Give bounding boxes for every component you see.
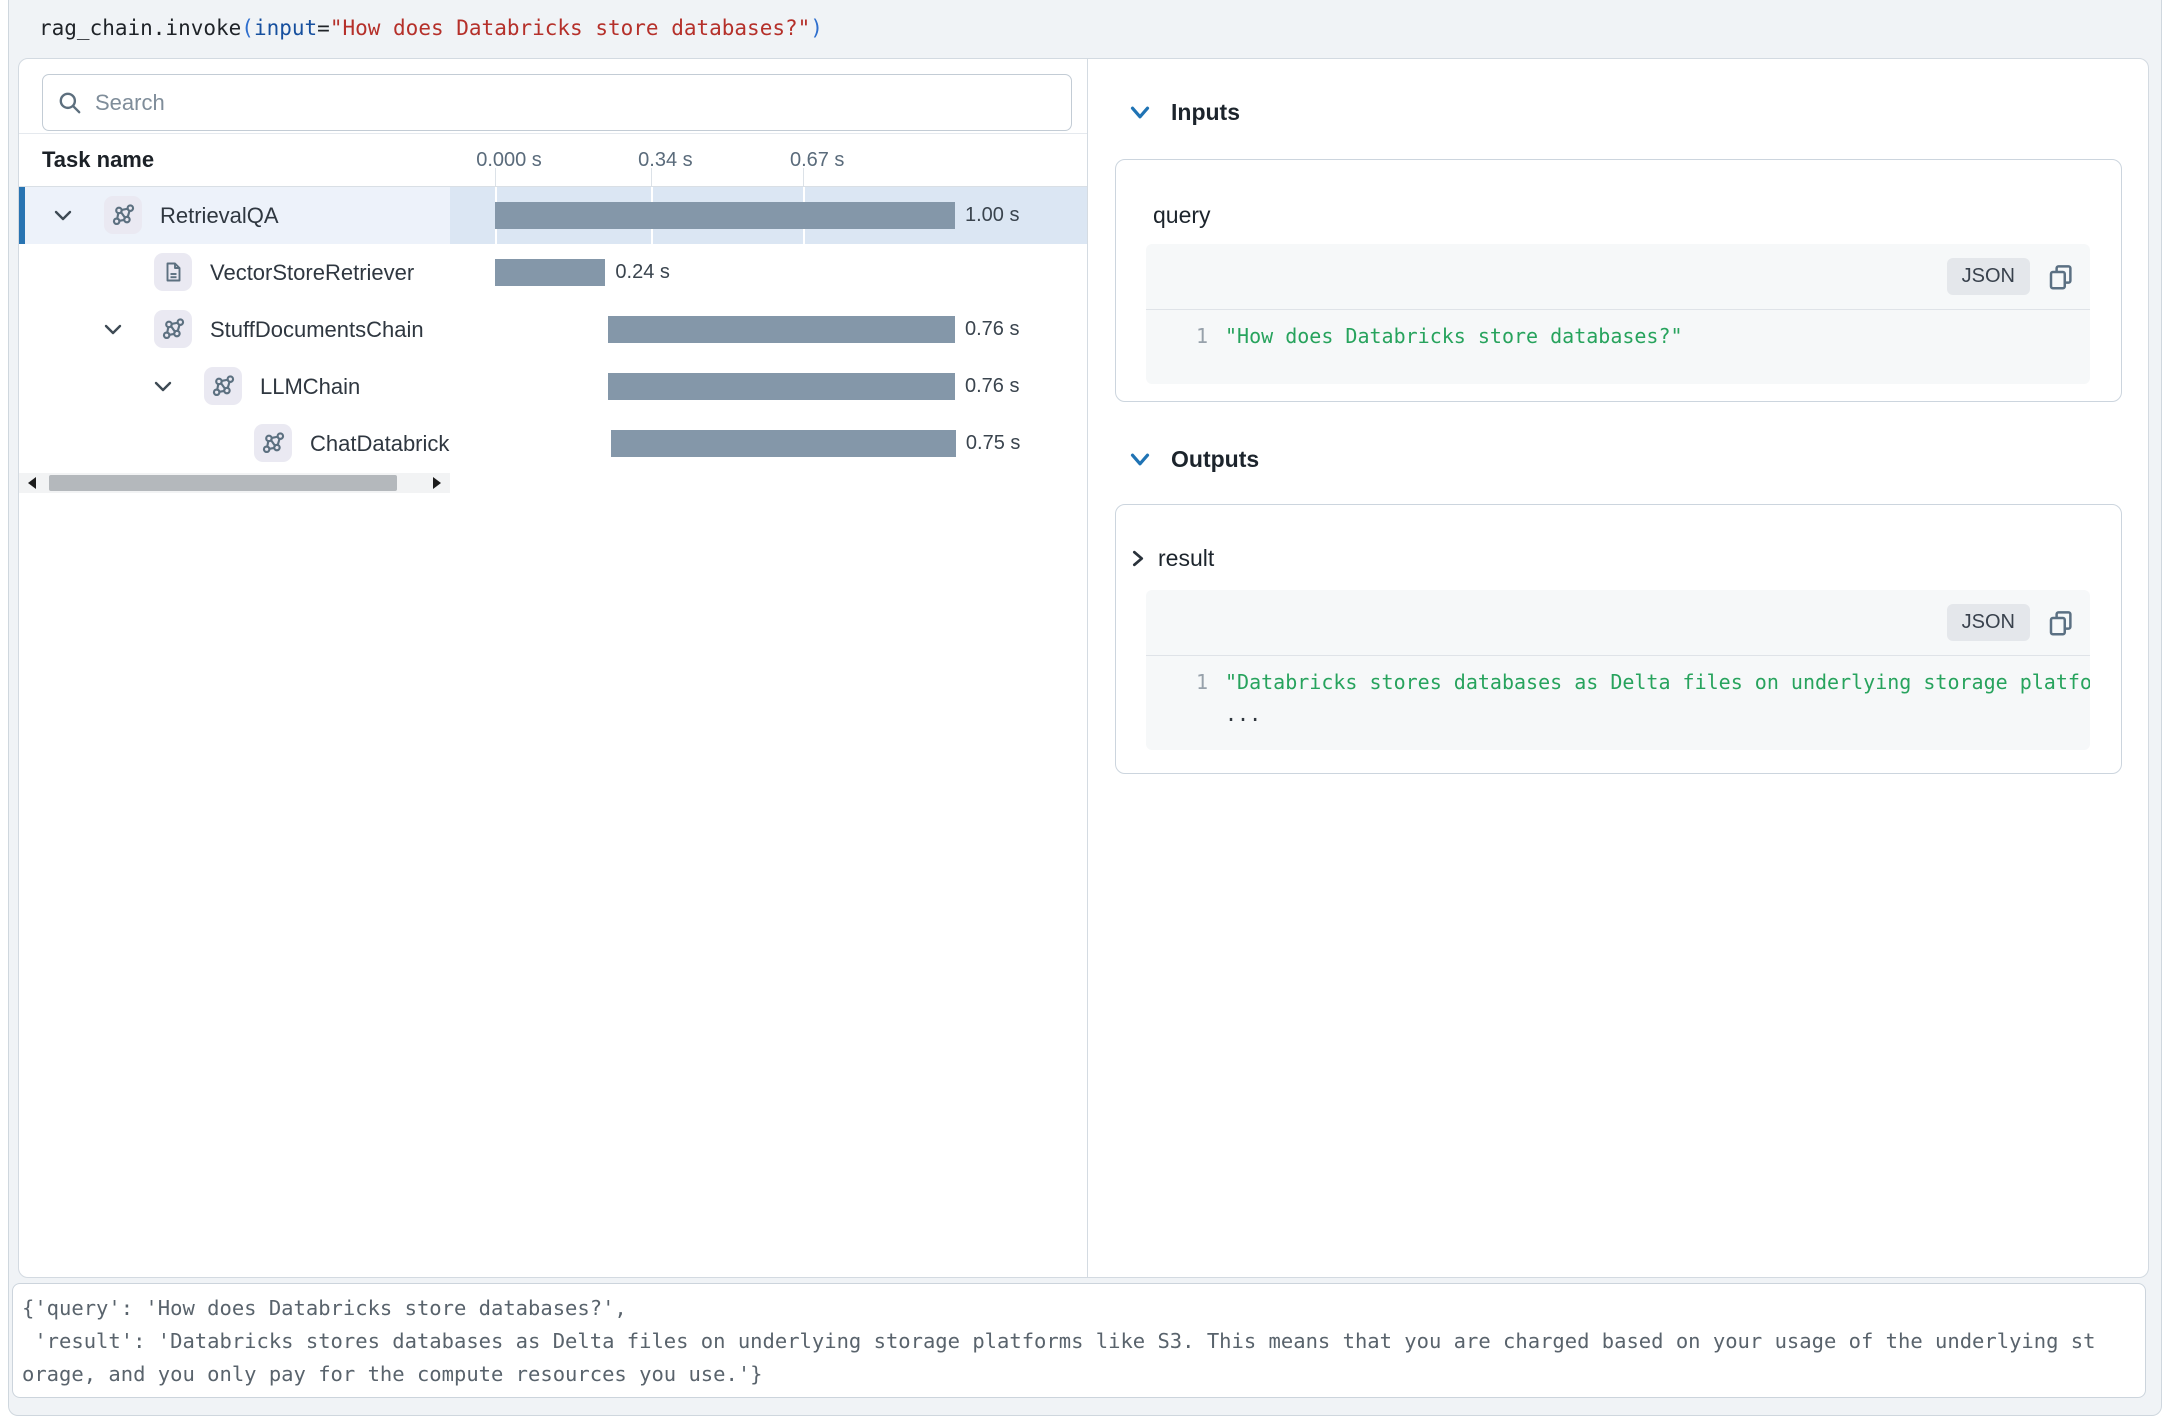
span-name: RetrievalQA — [160, 187, 279, 244]
duration-bar[interactable] — [608, 373, 955, 400]
code-token: "How does Databricks store databases?" — [330, 16, 810, 40]
duration-label: 1.00 s — [965, 187, 1019, 244]
result-ellipsis-line: ... — [1146, 698, 2090, 730]
query-value: "How does Databricks store databases?" — [1225, 324, 1683, 348]
chain-icon — [254, 424, 292, 462]
chevron-down-icon[interactable] — [54, 187, 72, 244]
query-field-label: query — [1153, 202, 1211, 229]
chevron-right-icon — [1131, 549, 1144, 568]
result-code-line: 1 "Databricks stores databases as Delta … — [1146, 666, 2090, 698]
duration-bar[interactable] — [608, 316, 955, 343]
copy-icon[interactable] — [2046, 262, 2076, 292]
search-input[interactable]: Search — [42, 74, 1072, 131]
line-number: 1 — [1182, 320, 1208, 352]
span-name: LLMChain — [260, 358, 360, 415]
axis-tick-label: 0.34 s — [638, 134, 692, 186]
cell-output-text: {'query': 'How does Databricks store dat… — [13, 1284, 2145, 1391]
chain-icon — [154, 310, 192, 348]
duration-bar[interactable] — [611, 430, 956, 457]
span-tree-pane: Search Task name 0.000 s 0.34 s 0.67 s Ret… — [19, 59, 1088, 1277]
span-rows: RetrievalQA 1.00 s VectorStoreRetriever 0.2… — [19, 187, 1088, 472]
axis-tick-mark — [803, 168, 804, 186]
timeline-header: Task name 0.000 s 0.34 s 0.67 s — [19, 133, 1088, 187]
chain-icon — [104, 196, 142, 234]
duration-label: 0.76 s — [965, 301, 1019, 358]
result-field-label: result — [1158, 545, 1214, 572]
span-details-pane: Inputs query JSON 1 "How does Databricks… — [1088, 59, 2150, 1277]
axis-tick-mark — [495, 168, 496, 186]
trace-widget: Search Task name 0.000 s 0.34 s 0.67 s Ret… — [18, 58, 2149, 1278]
duration-bar[interactable] — [495, 202, 955, 229]
task-name-column-header: Task name — [42, 134, 154, 186]
span-row-VectorStoreRetriever[interactable]: VectorStoreRetriever 0.24 s — [19, 244, 1088, 301]
span-row-RetrievalQA[interactable]: RetrievalQA 1.00 s — [19, 187, 1088, 244]
code-token: ) — [810, 16, 823, 40]
code-token: input — [254, 16, 317, 40]
tree-horizontal-scrollbar[interactable] — [19, 473, 450, 493]
axis-tick-label: 0.000 s — [476, 134, 542, 186]
chevron-down-icon — [1129, 105, 1151, 120]
chevron-down-icon[interactable] — [104, 301, 122, 358]
query-code-block: JSON 1 "How does Databricks store databa… — [1146, 244, 2090, 384]
inputs-section-title: Inputs — [1171, 99, 1240, 126]
json-format-button[interactable]: JSON — [1947, 604, 2030, 641]
chevron-down-icon — [1129, 452, 1151, 467]
copy-icon[interactable] — [2046, 608, 2076, 638]
scroll-right-icon[interactable] — [424, 473, 450, 493]
span-row-LLMChain[interactable]: LLMChain 0.76 s — [19, 358, 1088, 415]
span-name-cell: RetrievalQA — [19, 187, 450, 244]
span-name: VectorStoreRetriever — [210, 244, 414, 301]
search-icon — [57, 90, 83, 116]
result-value: "Databricks stores databases as Delta fi… — [1225, 670, 2090, 694]
outputs-section-title: Outputs — [1171, 446, 1259, 473]
inputs-card: query JSON 1 "How does Databricks store … — [1115, 159, 2122, 402]
outputs-card: result JSON 1 "Databricks stores databas… — [1115, 504, 2122, 774]
chevron-down-icon[interactable] — [154, 358, 172, 415]
line-number: 1 — [1182, 666, 1208, 698]
duration-label: 0.24 s — [615, 244, 669, 301]
outputs-section-toggle[interactable]: Outputs — [1129, 444, 1259, 474]
span-row-StuffDocumentsChain[interactable]: StuffDocumentsChain 0.76 s — [19, 301, 1088, 358]
cell-output: {'query': 'How does Databricks store dat… — [12, 1283, 2146, 1398]
span-name-cell: ChatDatabricks — [19, 415, 450, 472]
chain-icon — [204, 367, 242, 405]
notebook-cell: rag_chain.invoke(input="How does Databri… — [8, 0, 2162, 1416]
span-name: ChatDatabricks — [310, 415, 450, 472]
span-name-cell: LLMChain — [19, 358, 450, 415]
duration-label: 0.76 s — [965, 358, 1019, 415]
span-name: StuffDocumentsChain — [210, 301, 424, 358]
result-code-block: JSON 1 "Databricks stores databases as D… — [1146, 590, 2090, 750]
scrollbar-thumb[interactable] — [49, 475, 397, 491]
document-icon — [154, 253, 192, 291]
json-format-button[interactable]: JSON — [1947, 258, 2030, 295]
axis-tick-label: 0.67 s — [790, 134, 844, 186]
duration-label: 0.75 s — [966, 415, 1020, 472]
result-toggle[interactable]: result — [1131, 545, 1214, 572]
code-token: rag_chain.invoke — [39, 16, 241, 40]
span-name-cell: VectorStoreRetriever — [19, 244, 450, 301]
code-line: rag_chain.invoke(input="How does Databri… — [39, 0, 823, 57]
search-placeholder: Search — [95, 90, 165, 116]
span-name-cell: StuffDocumentsChain — [19, 301, 450, 358]
query-code-line: 1 "How does Databricks store databases?" — [1146, 320, 2090, 352]
inputs-section-toggle[interactable]: Inputs — [1129, 97, 1240, 127]
code-token: ( — [241, 16, 254, 40]
axis-tick-mark — [651, 168, 652, 186]
code-token: = — [317, 16, 330, 40]
span-row-ChatDatabricks[interactable]: ChatDatabricks 0.75 s — [19, 415, 1088, 472]
scroll-left-icon[interactable] — [19, 473, 45, 493]
duration-bar[interactable] — [495, 259, 605, 286]
